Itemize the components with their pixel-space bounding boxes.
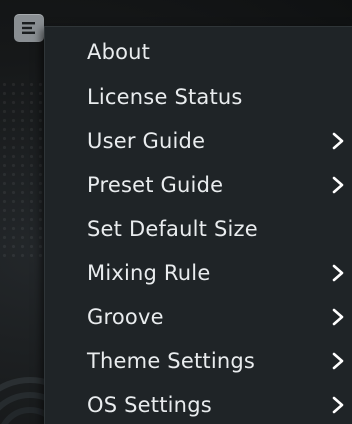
menu-item-label: Preset Guide	[87, 173, 224, 197]
plugin-window: About License Status User Guide Preset G…	[0, 0, 352, 424]
chevron-right-icon	[332, 396, 344, 414]
menu-item-label: About	[87, 40, 151, 64]
menu-item-license-status[interactable]: License Status	[45, 75, 352, 119]
menu-item-label: User Guide	[87, 129, 206, 153]
dropdown-menu: About License Status User Guide Preset G…	[44, 26, 352, 424]
menu-item-theme-settings[interactable]: Theme Settings	[45, 339, 352, 383]
menu-item-label: OS Settings	[87, 393, 212, 417]
menu-item-label: Set Default Size	[87, 217, 258, 241]
menu-item-user-guide[interactable]: User Guide	[45, 119, 352, 163]
menu-item-label: Theme Settings	[87, 349, 256, 373]
menu-item-groove[interactable]: Groove	[45, 295, 352, 339]
menu-icon	[22, 22, 35, 34]
menu-item-os-settings[interactable]: OS Settings	[45, 383, 352, 424]
menu-item-about[interactable]: About	[45, 30, 352, 74]
chevron-right-icon	[332, 132, 344, 150]
menu-item-mixing-rule[interactable]: Mixing Rule	[45, 251, 352, 295]
menu-item-set-default-size[interactable]: Set Default Size	[45, 207, 352, 251]
chevron-right-icon	[332, 352, 344, 370]
chevron-right-icon	[332, 308, 344, 326]
menu-item-label: License Status	[87, 85, 243, 109]
chevron-right-icon	[332, 176, 344, 194]
menu-item-label: Mixing Rule	[87, 261, 211, 285]
menu-item-label: Groove	[87, 305, 164, 329]
menu-item-preset-guide[interactable]: Preset Guide	[45, 163, 352, 207]
main-menu-button[interactable]	[14, 14, 44, 42]
chevron-right-icon	[332, 264, 344, 282]
